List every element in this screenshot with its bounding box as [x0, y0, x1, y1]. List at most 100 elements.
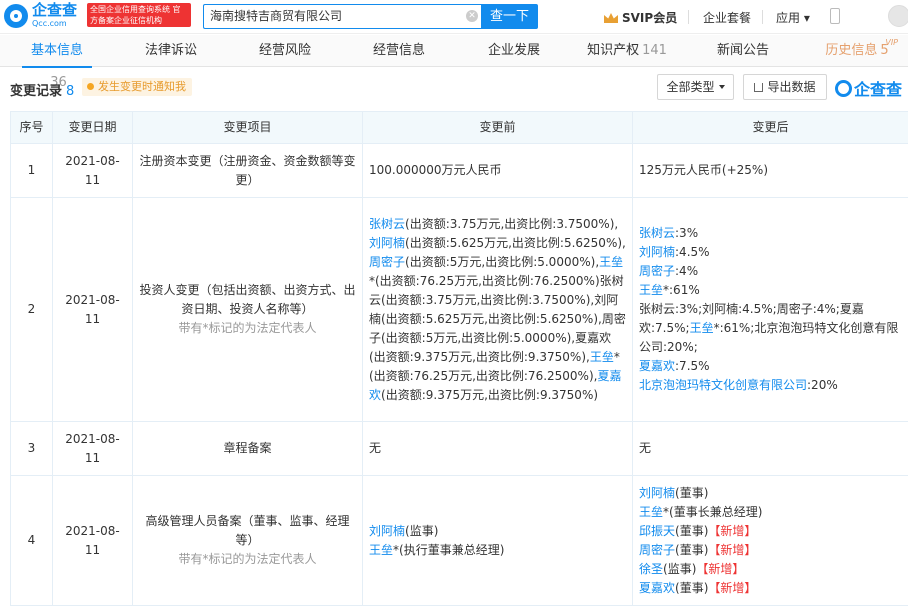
row-after: 125万元人民币(+25%) [632, 143, 908, 198]
change-line: 王垒*:61% [639, 281, 902, 300]
person-link[interactable]: 王垒 [639, 505, 663, 519]
tab-legal[interactable]: 法律诉讼 [140, 35, 202, 67]
person-link[interactable]: 王垒 [690, 321, 714, 335]
table-row: 2 2021-08-11 投资人变更（包括出资额、出资方式、出资日期、投资人名称… [10, 197, 908, 422]
row-before: 无 [362, 421, 633, 476]
row-index: 3 [10, 421, 53, 476]
person-link[interactable]: 王垒 [599, 255, 623, 269]
change-text: :4% [675, 264, 699, 278]
tab-news[interactable]: 新闻公告 [712, 35, 774, 67]
tab-ip[interactable]: 知识产权 141 [585, 35, 669, 67]
tab-history[interactable]: 历史信息 5 VIP [822, 35, 898, 67]
suite-link[interactable]: 企业套餐 [703, 9, 751, 26]
person-link[interactable]: 夏嘉欢 [639, 581, 675, 595]
row-after: 刘阿楠(董事) 王垒*(董事长兼总经理) 邱振天(董事)【新增】 周密子(董事)【新增… [632, 475, 908, 606]
new-tag: 【新增】 [708, 542, 757, 557]
search-button[interactable]: 查一下 [481, 4, 538, 29]
change-text: :7.5% [675, 359, 710, 373]
change-line: 刘阿楠:4.5% [639, 243, 902, 262]
person-link[interactable]: 张树云 [639, 226, 675, 240]
bell-icon [87, 83, 94, 90]
chevron-down-icon [718, 85, 725, 89]
change-line: 刘阿楠(董事) [639, 484, 902, 503]
change-line: 王垒*(执行董事兼总经理) [369, 541, 626, 560]
change-text: (出资额:9.375万元,出资比例:9.3750%) [381, 387, 599, 402]
change-text: (董事) [675, 542, 709, 557]
change-text: (董事) [675, 485, 709, 500]
row-item-cell: 投资人变更（包括出资额、出资方式、出资日期、投资人名称等） 带有*标记的为法定代… [132, 197, 363, 422]
col-header-item: 变更项目 [132, 111, 363, 144]
person-link[interactable]: 王垒 [639, 283, 663, 297]
person-link[interactable]: 周密子 [639, 543, 675, 557]
row-item: 注册资本变更（注册资金、资金数额等变更） [132, 143, 363, 198]
before-rich-text: 刘阿楠(监事) 王垒*(执行董事兼总经理) [369, 522, 626, 560]
tab-risk[interactable]: 经营风险 [254, 35, 316, 67]
new-tag: 【新增】 [708, 580, 757, 595]
col-header-before: 变更前 [362, 111, 633, 144]
row-date: 2021-08-11 [52, 421, 133, 476]
top-bar: 企查查 Qcc.com 全国企业信用查询系统 官方备案企业征信机构 海南搜特吉商… [0, 0, 908, 34]
legal-rep-note: 带有*标记的为法定代表人 [178, 321, 317, 335]
person-link[interactable]: 刘阿楠 [369, 236, 405, 250]
crown-icon [604, 13, 618, 23]
change-record-table: 序号 变更日期 变更项目 变更前 变更后 1 2021-08-11 注册资本变更… [10, 111, 908, 606]
change-line: 徐圣(监事)【新增】 [639, 560, 902, 579]
search-clear-icon[interactable]: ✕ [466, 10, 478, 22]
person-link[interactable]: 徐圣 [639, 562, 663, 576]
new-tag: 【新增】 [708, 523, 757, 538]
person-link[interactable]: 刘阿楠 [639, 245, 675, 259]
table-row: 1 2021-08-11 注册资本变更（注册资金、资金数额等变更） 100.00… [10, 143, 908, 198]
person-link[interactable]: 周密子 [639, 264, 675, 278]
row-date: 2021-08-11 [52, 197, 133, 422]
table-header-row: 序号 变更日期 变更项目 变更前 变更后 [10, 111, 908, 144]
row-before: 100.000000万元人民币 [362, 143, 633, 198]
svip-link[interactable]: SVIP会员 [604, 9, 677, 26]
row-index: 4 [10, 475, 53, 606]
phone-icon[interactable] [830, 8, 840, 24]
divider [688, 10, 689, 24]
after-rich-text: 张树云:3% 刘阿楠:4.5% 周密子:4% 王垒*:61% 张树云:3%;刘阿楠:4.… [639, 224, 902, 395]
change-text: (监事) [663, 561, 697, 576]
tab-basic-info[interactable]: 基本信息36 [22, 35, 92, 90]
type-filter-dropdown[interactable]: 全部类型 [657, 74, 734, 100]
app-menu[interactable]: 应用 ▾ [776, 9, 810, 26]
change-text: (出资额:5万元,出资比例:5.0000%) [405, 254, 596, 269]
row-before: 刘阿楠(监事) 王垒*(执行董事兼总经理) [362, 475, 633, 606]
row-before: 张树云(出资额:3.75万元,出资比例:3.7500%), 刘阿楠(出资额:5.6… [362, 197, 633, 422]
person-link[interactable]: 刘阿楠 [639, 486, 675, 500]
export-button[interactable]: 导出数据 [743, 74, 827, 100]
person-link[interactable]: 夏嘉欢 [639, 359, 675, 373]
row-index: 1 [10, 143, 53, 198]
notify-button[interactable]: 发生变更时通知我 [82, 78, 192, 96]
change-text: *(执行董事兼总经理) [393, 542, 505, 557]
person-link[interactable]: 周密子 [369, 255, 405, 269]
logo-domain: Qcc.com [32, 19, 67, 28]
row-item-cell: 高级管理人员备案（董事、监事、经理等） 带有*标记的为法定代表人 [132, 475, 363, 606]
qcc-logo[interactable]: 企查查 Qcc.com [4, 3, 77, 28]
change-text: , [622, 235, 626, 250]
row-item: 高级管理人员备案（董事、监事、经理等） [145, 514, 350, 547]
change-line: 张树云:3%;刘阿楠:4.5%;周密子:4%;夏嘉欢:7.5%;王垒*:61%;… [639, 300, 902, 357]
change-text: (董事) [675, 523, 709, 538]
change-line: 邱振天(董事)【新增】 [639, 522, 902, 541]
person-link[interactable]: 王垒 [590, 350, 614, 364]
before-rich-text: 张树云(出资额:3.75万元,出资比例:3.7500%), 刘阿楠(出资额:5.6… [369, 215, 626, 405]
row-index: 2 [10, 197, 53, 422]
table-row: 3 2021-08-11 章程备案 无 无 [10, 421, 908, 476]
tab-operation[interactable]: 经营信息 [368, 35, 430, 67]
change-text: *(董事长兼总经理) [663, 504, 763, 519]
change-text: :20% [807, 378, 838, 392]
person-link[interactable]: 王垒 [369, 543, 393, 557]
person-link[interactable]: 张树云 [369, 217, 405, 231]
change-line: 周密子(董事)【新增】 [639, 541, 902, 560]
person-link[interactable]: 邱振天 [639, 524, 675, 538]
search-input[interactable]: 海南搜特吉商贸有限公司 [203, 4, 481, 29]
change-line: 夏嘉欢(董事)【新增】 [639, 579, 902, 598]
person-link[interactable]: 刘阿楠 [369, 524, 405, 538]
avatar[interactable] [888, 5, 908, 27]
change-text: (监事) [405, 523, 439, 538]
person-link[interactable]: 北京泡泡玛特文化创意有限公司 [639, 378, 807, 392]
row-date: 2021-08-11 [52, 475, 133, 606]
row-date: 2021-08-11 [52, 143, 133, 198]
tab-development[interactable]: 企业发展 [483, 35, 545, 67]
